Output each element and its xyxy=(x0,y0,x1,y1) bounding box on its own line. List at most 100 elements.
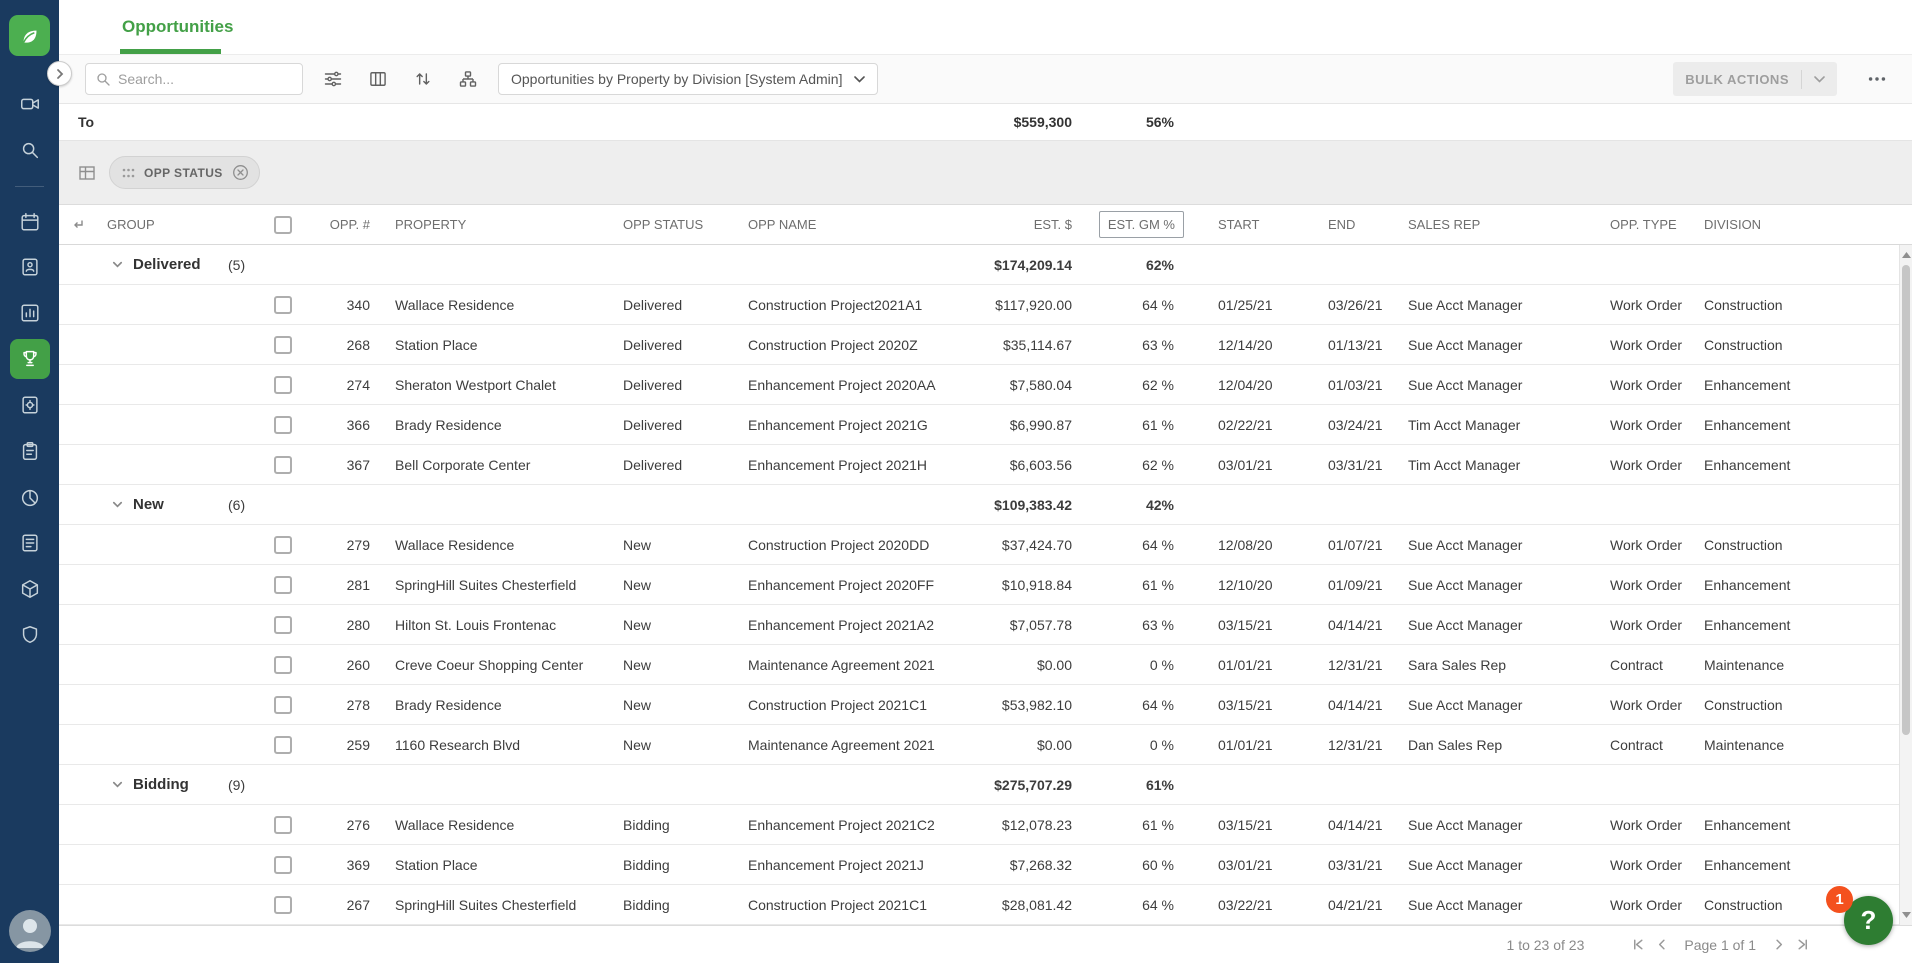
property: Hilton St. Louis Frontenac xyxy=(379,605,607,644)
table-row[interactable]: 274Sheraton Westport ChaletDeliveredEnha… xyxy=(59,365,1912,405)
group-count: (6) xyxy=(228,497,245,513)
sidebar-item-opportunities[interactable] xyxy=(10,339,50,379)
tab-opportunities[interactable]: Opportunities xyxy=(122,0,233,54)
row-checkbox[interactable] xyxy=(274,656,292,674)
row-checkbox[interactable] xyxy=(274,536,292,554)
table-row[interactable]: 267SpringHill Suites ChesterfieldBidding… xyxy=(59,885,1912,925)
select-all-checkbox[interactable] xyxy=(274,216,292,234)
row-checkbox[interactable] xyxy=(274,296,292,314)
view-selector-dropdown[interactable]: Opportunities by Property by Division [S… xyxy=(498,63,878,95)
est-amount: $0.00 xyxy=(962,725,1082,764)
group-row[interactable]: New(6)$109,383.4242% xyxy=(59,485,1912,525)
group-name: New xyxy=(133,496,164,513)
column-chooser-button[interactable] xyxy=(363,64,393,94)
sort-swap-button[interactable] xyxy=(408,64,438,94)
row-checkbox[interactable] xyxy=(274,616,292,634)
table-row[interactable]: 2591160 Research BlvdNewMaintenance Agre… xyxy=(59,725,1912,765)
group-by-chip[interactable]: OPP STATUS xyxy=(109,156,260,189)
opp-status: Delivered xyxy=(607,445,732,484)
column-header-sales-rep[interactable]: SALES REP xyxy=(1392,205,1594,244)
sidebar-item-work-tickets[interactable] xyxy=(10,431,50,471)
row-checkbox[interactable] xyxy=(274,576,292,594)
filter-button[interactable] xyxy=(318,64,348,94)
sort-order-cell[interactable] xyxy=(59,205,99,244)
table-row[interactable]: 367Bell Corporate CenterDeliveredEnhance… xyxy=(59,445,1912,485)
group-row[interactable]: Bidding(9)$275,707.2961% xyxy=(59,765,1912,805)
table-row[interactable]: 260Creve Coeur Shopping CenterNewMainten… xyxy=(59,645,1912,685)
column-header-opp-status[interactable]: OPP STATUS xyxy=(607,205,732,244)
table-row[interactable]: 281SpringHill Suites ChesterfieldNewEnha… xyxy=(59,565,1912,605)
remove-chip-icon[interactable] xyxy=(232,164,249,181)
prev-page-button[interactable] xyxy=(1650,933,1674,957)
row-checkbox[interactable] xyxy=(274,816,292,834)
hierarchy-button[interactable] xyxy=(453,64,483,94)
table-row[interactable]: 340Wallace ResidenceDeliveredConstructio… xyxy=(59,285,1912,325)
chevron-down-icon[interactable] xyxy=(111,258,124,271)
division: Enhancement xyxy=(1688,445,1912,484)
opp-number: 278 xyxy=(307,685,379,724)
table-row[interactable]: 279Wallace ResidenceNewConstruction Proj… xyxy=(59,525,1912,565)
search-box[interactable] xyxy=(85,63,303,95)
search-input[interactable] xyxy=(118,71,293,87)
table-row[interactable]: 268Station PlaceDeliveredConstruction Pr… xyxy=(59,325,1912,365)
group-row[interactable]: Delivered(5)$174,209.1462% xyxy=(59,245,1912,285)
app-logo[interactable] xyxy=(9,15,50,56)
row-checkbox[interactable] xyxy=(274,896,292,914)
sidebar-item-calendar[interactable] xyxy=(10,202,50,242)
sidebar-item-analytics[interactable] xyxy=(10,478,50,518)
last-page-button[interactable] xyxy=(1790,933,1814,957)
column-header-opp-number[interactable]: OPP. # xyxy=(307,205,379,244)
sidebar-item-inventory[interactable] xyxy=(10,569,50,609)
row-checkbox[interactable] xyxy=(274,376,292,394)
row-checkbox[interactable] xyxy=(274,336,292,354)
sidebar-item-contacts[interactable] xyxy=(10,247,50,287)
first-page-button[interactable] xyxy=(1626,933,1650,957)
table-row[interactable]: 366Brady ResidenceDeliveredEnhancement P… xyxy=(59,405,1912,445)
bulk-actions-button[interactable]: BULK ACTIONS xyxy=(1673,62,1837,96)
vertical-scrollbar[interactable] xyxy=(1899,245,1912,925)
table-row[interactable]: 278Brady ResidenceNewConstruction Projec… xyxy=(59,685,1912,725)
column-header-group[interactable]: GROUP xyxy=(99,205,259,244)
end-date: 04/14/21 xyxy=(1312,805,1392,844)
sidebar-item-search[interactable] xyxy=(10,130,50,170)
user-avatar[interactable] xyxy=(9,910,51,952)
chevron-down-icon[interactable] xyxy=(111,498,124,511)
column-header-est-amount[interactable]: EST. $ xyxy=(962,205,1082,244)
end-date: 03/31/21 xyxy=(1312,445,1392,484)
column-header-start[interactable]: START xyxy=(1202,205,1312,244)
column-header-division[interactable]: DIVISION xyxy=(1688,205,1912,244)
more-options-button[interactable] xyxy=(1860,62,1894,96)
column-header-property[interactable]: PROPERTY xyxy=(379,205,607,244)
scroll-up-button[interactable] xyxy=(1900,247,1912,263)
column-header-end[interactable]: END xyxy=(1312,205,1392,244)
column-header-opp-name[interactable]: OPP NAME xyxy=(732,205,962,244)
table-row[interactable]: 280Hilton St. Louis FrontenacNewEnhancem… xyxy=(59,605,1912,645)
table-row[interactable]: 276Wallace ResidenceBiddingEnhancement P… xyxy=(59,805,1912,845)
expand-sidebar-button[interactable] xyxy=(47,61,72,86)
column-header-est-gm[interactable]: EST. GM % xyxy=(1099,211,1184,238)
notification-badge[interactable]: 1 xyxy=(1826,886,1853,913)
row-checkbox[interactable] xyxy=(274,416,292,434)
opp-name: Maintenance Agreement 2021 xyxy=(732,725,962,764)
sidebar-item-camera[interactable] xyxy=(10,84,50,124)
sidebar-item-settings-doc[interactable] xyxy=(10,385,50,425)
scroll-down-button[interactable] xyxy=(1900,907,1912,923)
row-checkbox[interactable] xyxy=(274,736,292,754)
scrollbar-thumb[interactable] xyxy=(1902,265,1910,735)
column-header-opp-type[interactable]: OPP. TYPE xyxy=(1594,205,1688,244)
chevron-down-icon[interactable] xyxy=(111,778,124,791)
swap-arrows-icon xyxy=(413,69,433,89)
next-page-button[interactable] xyxy=(1766,933,1790,957)
table-row[interactable]: 369Station PlaceBiddingEnhancement Proje… xyxy=(59,845,1912,885)
sidebar-item-invoicing[interactable] xyxy=(10,523,50,563)
sidebar-item-admin[interactable] xyxy=(10,615,50,655)
first-page-icon xyxy=(1631,937,1646,952)
row-checkbox[interactable] xyxy=(274,696,292,714)
totals-label: To xyxy=(59,104,307,140)
division: Construction xyxy=(1688,685,1912,724)
row-checkbox[interactable] xyxy=(274,456,292,474)
sidebar-item-reports[interactable] xyxy=(10,293,50,333)
row-checkbox[interactable] xyxy=(274,856,292,874)
drag-handle-icon[interactable] xyxy=(122,168,135,178)
est-amount: $117,920.00 xyxy=(962,285,1082,324)
